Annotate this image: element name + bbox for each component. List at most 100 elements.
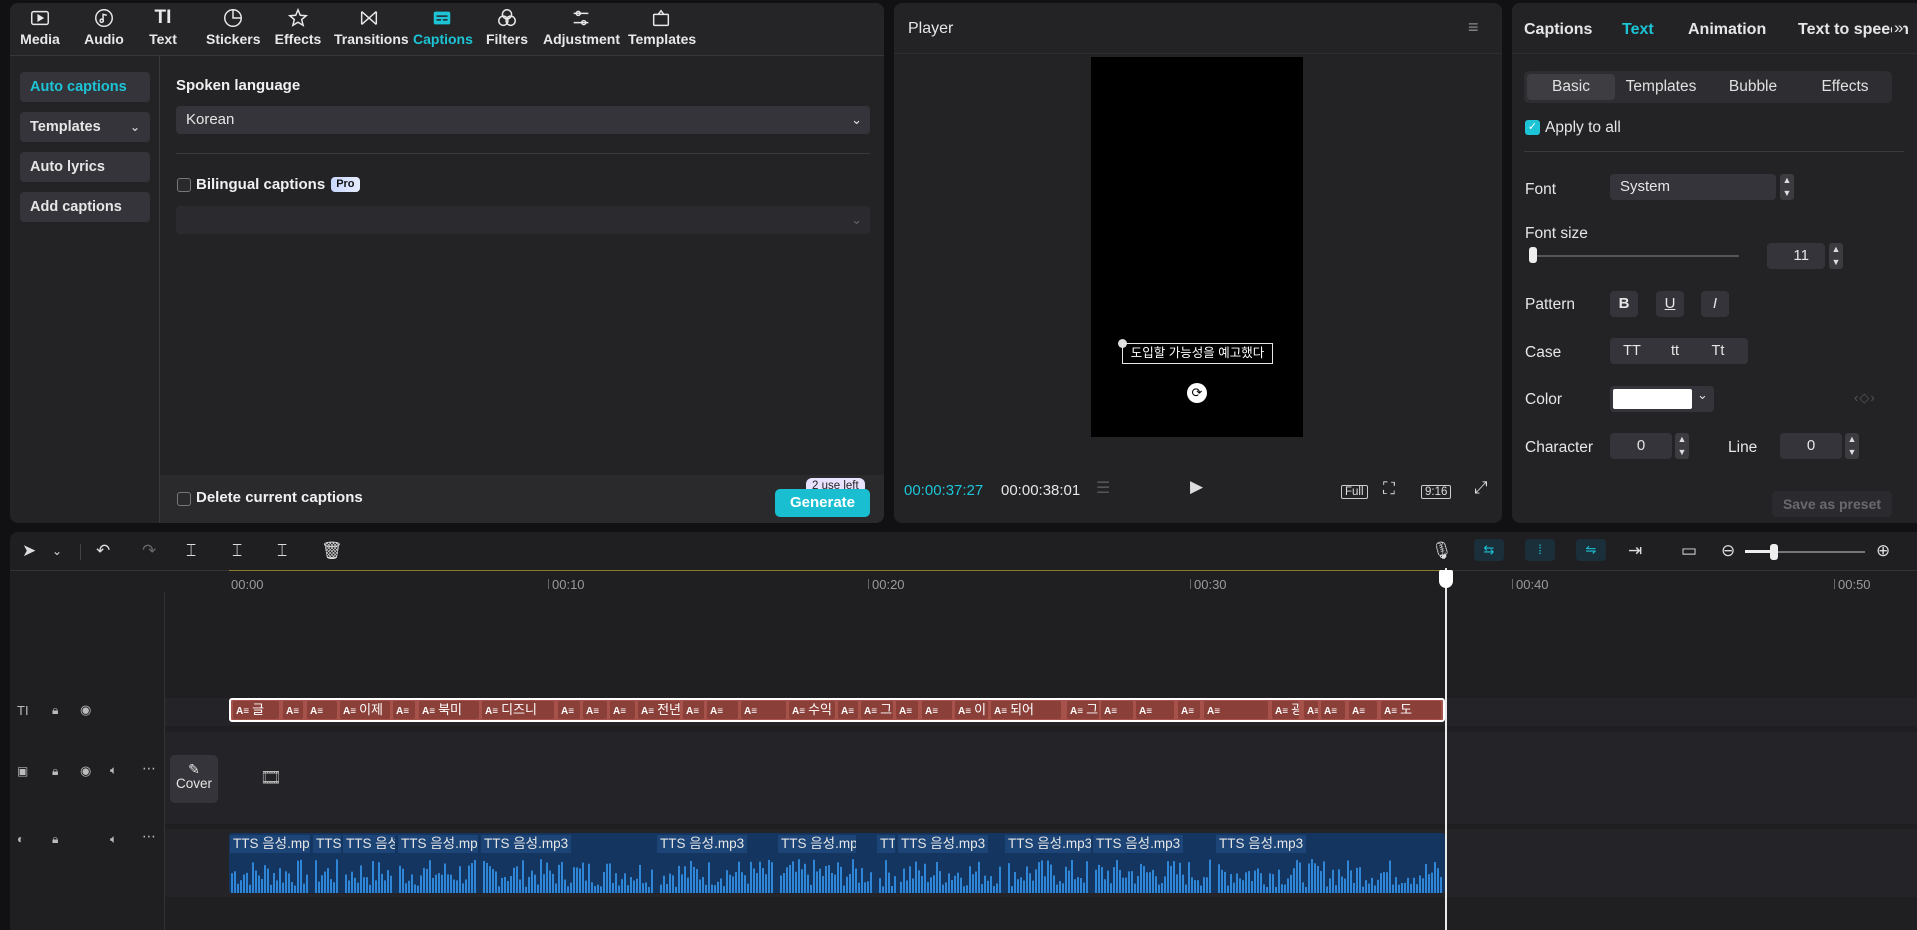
caption-segment[interactable]: A≡광고 — [1272, 701, 1299, 719]
font-size-slider-knob[interactable] — [1529, 247, 1537, 263]
caption-segment[interactable]: A≡ 되어 — [991, 701, 1061, 719]
caption-segment[interactable]: A≡ 디즈니 — [482, 701, 554, 719]
caption-segment[interactable]: A≡ 이제 — [340, 701, 390, 719]
playhead-handle[interactable] — [1439, 570, 1453, 588]
tool-audio[interactable]: Audio — [82, 7, 126, 53]
more-icon[interactable]: ⋯ — [142, 828, 156, 845]
underline-button[interactable]: U — [1656, 291, 1684, 317]
spoken-language-select[interactable]: Korean ⌄ — [176, 106, 870, 134]
eye-icon[interactable]: ◉ — [80, 702, 91, 718]
preview-axis-icon[interactable]: ⇥ — [1628, 541, 1642, 561]
tool-filters[interactable]: Filters — [485, 7, 529, 53]
font-size-input[interactable]: 11 — [1767, 243, 1825, 269]
caption-segment[interactable]: A≡ — [683, 701, 704, 719]
cover-button[interactable]: ✎ Cover — [170, 755, 218, 803]
case-titlecase[interactable]: Tt — [1700, 338, 1736, 364]
auto-snap-icon[interactable]: ⁞ — [1525, 539, 1555, 561]
fullscreen-icon[interactable]: ⤢ — [1474, 478, 1488, 498]
zoom-in-icon[interactable]: ⊕ — [1876, 541, 1890, 561]
menu-icon[interactable]: ≡ — [1468, 17, 1479, 38]
tab-animation[interactable]: Animation — [1688, 21, 1766, 39]
nav-auto-lyrics[interactable]: Auto lyrics — [20, 152, 150, 182]
caption-segment[interactable]: A≡ — [707, 701, 738, 719]
tool-transitions[interactable]: Transitions — [334, 7, 409, 53]
caption-segment[interactable]: A≡ — [741, 701, 786, 719]
font-size-stepper[interactable]: ▲ ▼ — [1829, 243, 1843, 269]
tool-templates[interactable]: Templates — [628, 7, 696, 53]
caption-segment[interactable]: A≡ — [283, 701, 303, 719]
character-spacing-input[interactable]: 0 — [1610, 433, 1672, 459]
bold-button[interactable]: B — [1610, 291, 1638, 317]
tab-text[interactable]: Text — [1622, 21, 1654, 39]
volume-icon[interactable]: 🔈︎ — [110, 832, 117, 847]
caption-segment[interactable]: A≡ 그 — [861, 701, 893, 719]
delete-captions-checkbox[interactable] — [177, 492, 191, 506]
caption-segment[interactable]: A≡ 글 — [233, 701, 279, 719]
redo-icon[interactable]: ↷ — [142, 541, 156, 561]
caption-clip-strip[interactable]: A≡ 글 A≡ A≡ A≡ 이제 A≡ A≡ 북미 A≡ 디즈니 A≡ A≡ A≡ A≡ 전년 A≡ A≡ A≡ A≡… — [229, 698, 1445, 722]
caption-segment[interactable]: A≡ — [896, 701, 918, 719]
delete-icon[interactable]: 🗑︎ — [321, 541, 343, 561]
aspect-ratio-button[interactable]: 9:16 — [1421, 482, 1452, 500]
italic-button[interactable]: I — [1701, 291, 1729, 317]
play-icon[interactable]: ▶ — [1190, 477, 1203, 497]
caption-preview-box[interactable]: 도입할 가능성을 예고했다 — [1122, 343, 1273, 364]
chevron-down-icon[interactable]: ⌄ — [52, 544, 62, 558]
rotate-icon[interactable]: ⟳ — [1187, 383, 1207, 403]
tool-captions[interactable]: Captions — [413, 7, 473, 53]
tool-effects[interactable]: Effects — [274, 7, 322, 53]
split-icon[interactable]: ⌶ — [186, 541, 196, 561]
caption-segment[interactable]: A≡ — [838, 701, 858, 719]
zoom-fit-icon[interactable]: ⛶ — [1383, 479, 1395, 499]
caption-segment[interactable]: A≡ — [610, 701, 635, 719]
film-icon[interactable]: 🎞︎ — [260, 768, 282, 788]
caption-segment[interactable]: A≡ — [1204, 701, 1268, 719]
bilingual-checkbox[interactable] — [177, 178, 191, 192]
line-spacing-input[interactable]: 0 — [1780, 433, 1842, 459]
caption-segment[interactable]: A≡ — [393, 701, 415, 719]
tool-media[interactable]: Media — [18, 7, 62, 53]
playhead[interactable] — [1445, 568, 1447, 930]
font-size-slider[interactable] — [1529, 255, 1739, 257]
subtab-basic[interactable]: Basic — [1527, 74, 1615, 100]
undo-icon[interactable]: ↶ — [96, 541, 110, 561]
case-uppercase[interactable]: TT — [1614, 338, 1650, 364]
case-lowercase[interactable]: tt — [1657, 338, 1693, 364]
volume-icon[interactable]: 🔈︎ — [110, 763, 117, 778]
subtab-bubble[interactable]: Bubble — [1709, 74, 1797, 100]
generate-button[interactable]: Generate — [775, 489, 870, 517]
font-select[interactable]: System — [1610, 174, 1776, 200]
caption-segment[interactable]: A≡ — [1101, 701, 1133, 719]
caption-segment[interactable]: A≡ — [307, 701, 337, 719]
apply-to-all-checkbox[interactable]: ✓ — [1525, 120, 1540, 135]
lock-icon[interactable]: 🔒︎ — [52, 703, 58, 718]
timeline-list-icon[interactable]: ☰ — [1096, 478, 1110, 498]
character-spacing-stepper[interactable]: ▲ ▼ — [1675, 433, 1689, 459]
microphone-icon[interactable]: 🎙︎ — [1431, 541, 1453, 561]
caption-segment[interactable]: A≡ 전년 — [638, 701, 680, 719]
more-tabs-icon[interactable]: » — [1892, 18, 1904, 38]
caption-segment[interactable]: A≡ — [1304, 701, 1318, 719]
caption-segment[interactable]: A≡ 북미 — [419, 701, 479, 719]
nav-templates[interactable]: Templates ⌄ — [20, 112, 150, 142]
subtab-effects[interactable]: Effects — [1801, 74, 1889, 100]
lock-icon[interactable]: 🔒︎ — [52, 764, 58, 779]
caption-segment[interactable]: A≡ — [583, 701, 607, 719]
caption-segment[interactable]: A≡ — [1178, 701, 1200, 719]
timeline-ruler[interactable]: 00:00 00:10 00:20 00:30 00:40 00:50 — [10, 570, 1917, 592]
tool-stickers[interactable]: Stickers — [206, 7, 260, 53]
tool-adjustment[interactable]: Adjustment — [543, 7, 620, 53]
zoom-slider-knob[interactable] — [1770, 544, 1778, 560]
line-spacing-stepper[interactable]: ▲ ▼ — [1845, 433, 1859, 459]
caption-segment[interactable]: A≡ — [558, 701, 580, 719]
tool-text[interactable]: TI Text — [146, 7, 180, 53]
zoom-out-icon[interactable]: ⊖ — [1721, 541, 1735, 561]
full-button[interactable]: Full — [1341, 482, 1368, 500]
caption-segment[interactable]: A≡ 수익 — [789, 701, 835, 719]
tab-captions[interactable]: Captions — [1524, 21, 1592, 39]
split-right-icon[interactable]: ⌶ — [277, 541, 287, 561]
keyframe-icon[interactable]: ‹◇› — [1854, 390, 1876, 406]
audio-clip[interactable]: TTS 음성.mp3 TTS TTS 음성 TTS 음성.mp3 TTS 음성.mp3 T… — [229, 833, 1445, 893]
nav-add-captions[interactable]: Add captions — [20, 192, 150, 222]
caption-segment[interactable]: A≡ — [1136, 701, 1174, 719]
